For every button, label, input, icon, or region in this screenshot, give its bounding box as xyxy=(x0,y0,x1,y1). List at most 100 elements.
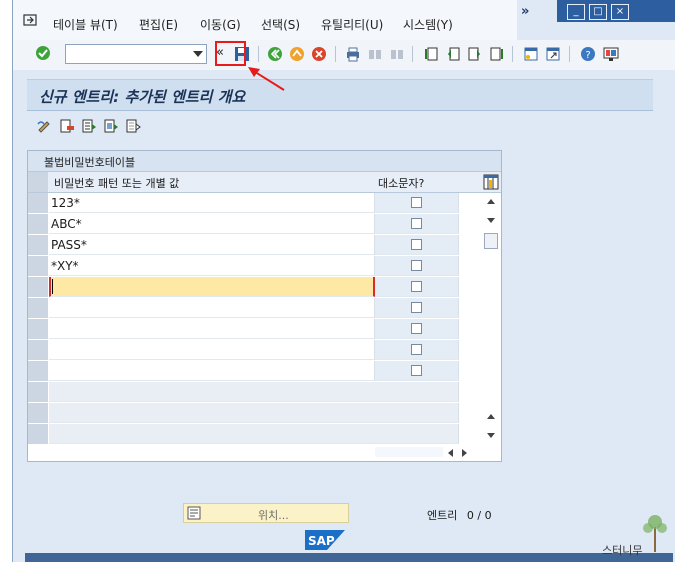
minimize-button[interactable]: _ xyxy=(567,4,585,20)
table-title-bar: 불법비밀번호테이블 xyxy=(28,151,501,172)
case-checkbox[interactable] xyxy=(411,260,422,271)
row-selector[interactable] xyxy=(28,340,48,361)
application-toolbar xyxy=(27,112,653,142)
scroll-up-icon[interactable] xyxy=(487,199,495,204)
case-checkbox[interactable] xyxy=(411,344,422,355)
select-block-icon[interactable] xyxy=(103,118,119,134)
table-control: 불법비밀번호테이블 비밀번호 패턴 또는 개별 값 대소문자? 123* ABC… xyxy=(27,150,502,462)
menu-selection[interactable]: 선택(S) xyxy=(261,16,300,33)
new-session-icon[interactable] xyxy=(523,46,539,62)
table-cell-pattern[interactable]: ABC* xyxy=(49,214,375,234)
next-page-icon[interactable] xyxy=(467,46,483,62)
svg-text:?: ? xyxy=(585,50,590,61)
first-page-icon[interactable] xyxy=(423,46,439,62)
scroll-page-down-icon[interactable] xyxy=(487,433,495,438)
column-header-case[interactable]: 대소문자? xyxy=(378,175,424,191)
row-selector[interactable] xyxy=(28,214,48,235)
chevron-down-icon[interactable] xyxy=(193,51,203,57)
find-next-icon[interactable] xyxy=(389,46,405,62)
row-selector[interactable] xyxy=(28,298,48,319)
scroll-thumb[interactable] xyxy=(484,233,498,249)
print-icon[interactable] xyxy=(345,46,361,62)
case-checkbox[interactable] xyxy=(411,239,422,250)
table-empty-row xyxy=(49,424,459,444)
menu-utilities[interactable]: 유틸리티(U) xyxy=(321,16,383,33)
menu-bar: 테이블 뷰(T) 편집(E) 이동(G) 선택(S) 유틸리티(U) 시스템(Y… xyxy=(13,0,517,40)
help-icon[interactable]: ? xyxy=(580,46,596,62)
menu-table-view[interactable]: 테이블 뷰(T) xyxy=(53,16,118,33)
case-checkbox[interactable] xyxy=(411,218,422,229)
table-cell-pattern[interactable] xyxy=(49,361,375,381)
horizontal-scrollbar[interactable] xyxy=(375,447,443,457)
row-selector[interactable] xyxy=(28,256,48,277)
sap-logo: SAP xyxy=(305,530,345,550)
case-checkbox[interactable] xyxy=(411,197,422,208)
row-selector[interactable] xyxy=(28,361,48,382)
toolbar-separator xyxy=(512,46,513,62)
table-cell-pattern[interactable] xyxy=(49,319,375,339)
cell-value: PASS* xyxy=(51,238,87,252)
table-cell-pattern[interactable] xyxy=(49,298,375,318)
table-cell-pattern[interactable]: *XY* xyxy=(49,256,375,276)
close-button[interactable]: × xyxy=(611,4,629,20)
change-display-icon[interactable] xyxy=(37,118,53,134)
position-button[interactable]: 위치... xyxy=(183,503,349,523)
table-cell-case xyxy=(375,361,459,381)
screen-title-bar: 신규 엔트리: 추가된 엔트리 개요 xyxy=(27,79,653,111)
case-checkbox[interactable] xyxy=(411,281,422,292)
table-cell-case xyxy=(375,319,459,339)
window-controls: _ □ × xyxy=(557,0,675,22)
table-cell-pattern[interactable] xyxy=(49,340,375,360)
text-cursor xyxy=(52,279,53,294)
cell-value: *XY* xyxy=(51,259,79,273)
column-header-pattern[interactable]: 비밀번호 패턴 또는 개별 값 xyxy=(54,175,179,191)
menu-system[interactable]: 시스템(Y) xyxy=(403,16,453,33)
case-checkbox[interactable] xyxy=(411,365,422,376)
vertical-scrollbar[interactable] xyxy=(482,193,500,445)
position-button-label: 위치... xyxy=(258,509,289,522)
table-cell-pattern[interactable]: PASS* xyxy=(49,235,375,255)
toolbar-separator xyxy=(412,46,413,62)
row-selector[interactable] xyxy=(28,277,48,298)
delete-icon[interactable] xyxy=(59,118,75,134)
cell-value: ABC* xyxy=(51,217,82,231)
table-title: 불법비밀번호테이블 xyxy=(44,156,136,169)
cell-value: 123* xyxy=(51,196,80,210)
cancel-icon[interactable] xyxy=(311,46,327,62)
deselect-all-icon[interactable] xyxy=(125,118,141,134)
select-all-rows-button[interactable] xyxy=(28,172,48,192)
row-selector[interactable] xyxy=(28,193,48,214)
layout-icon[interactable] xyxy=(603,46,619,62)
scroll-down-icon[interactable] xyxy=(487,218,495,223)
table-header: 비밀번호 패턴 또는 개별 값 대소문자? xyxy=(28,172,501,193)
scroll-page-up-icon[interactable] xyxy=(487,414,495,419)
command-field[interactable] xyxy=(65,44,207,64)
find-icon[interactable] xyxy=(367,46,383,62)
row-selector xyxy=(28,382,48,403)
row-selector[interactable] xyxy=(28,319,48,340)
watermark-text: 스터니무 xyxy=(602,544,643,557)
scroll-right-icon[interactable] xyxy=(462,449,467,457)
table-cell-pattern-active[interactable] xyxy=(49,277,375,297)
case-checkbox[interactable] xyxy=(411,323,422,334)
menu-overflow-button[interactable]: » xyxy=(521,4,529,19)
menu-icon[interactable] xyxy=(23,14,37,26)
menu-edit[interactable]: 편집(E) xyxy=(139,16,178,33)
maximize-button[interactable]: □ xyxy=(589,4,607,20)
table-empty-row xyxy=(49,382,459,402)
prev-page-icon[interactable] xyxy=(445,46,461,62)
table-cell-pattern[interactable]: 123* xyxy=(49,193,375,213)
case-checkbox[interactable] xyxy=(411,302,422,313)
toolbar-separator xyxy=(569,46,570,62)
table-settings-icon[interactable] xyxy=(483,174,499,190)
enter-icon[interactable] xyxy=(35,45,51,61)
row-selector[interactable] xyxy=(28,235,48,256)
exit-icon[interactable] xyxy=(289,46,305,62)
entry-counter: 엔트리 0 / 0 xyxy=(427,507,492,523)
shortcut-icon[interactable] xyxy=(545,46,561,62)
select-all-icon[interactable] xyxy=(81,118,97,134)
menu-goto[interactable]: 이동(G) xyxy=(200,16,241,33)
table-cell-case xyxy=(375,193,459,213)
last-page-icon[interactable] xyxy=(489,46,505,62)
scroll-left-icon[interactable] xyxy=(448,449,453,457)
